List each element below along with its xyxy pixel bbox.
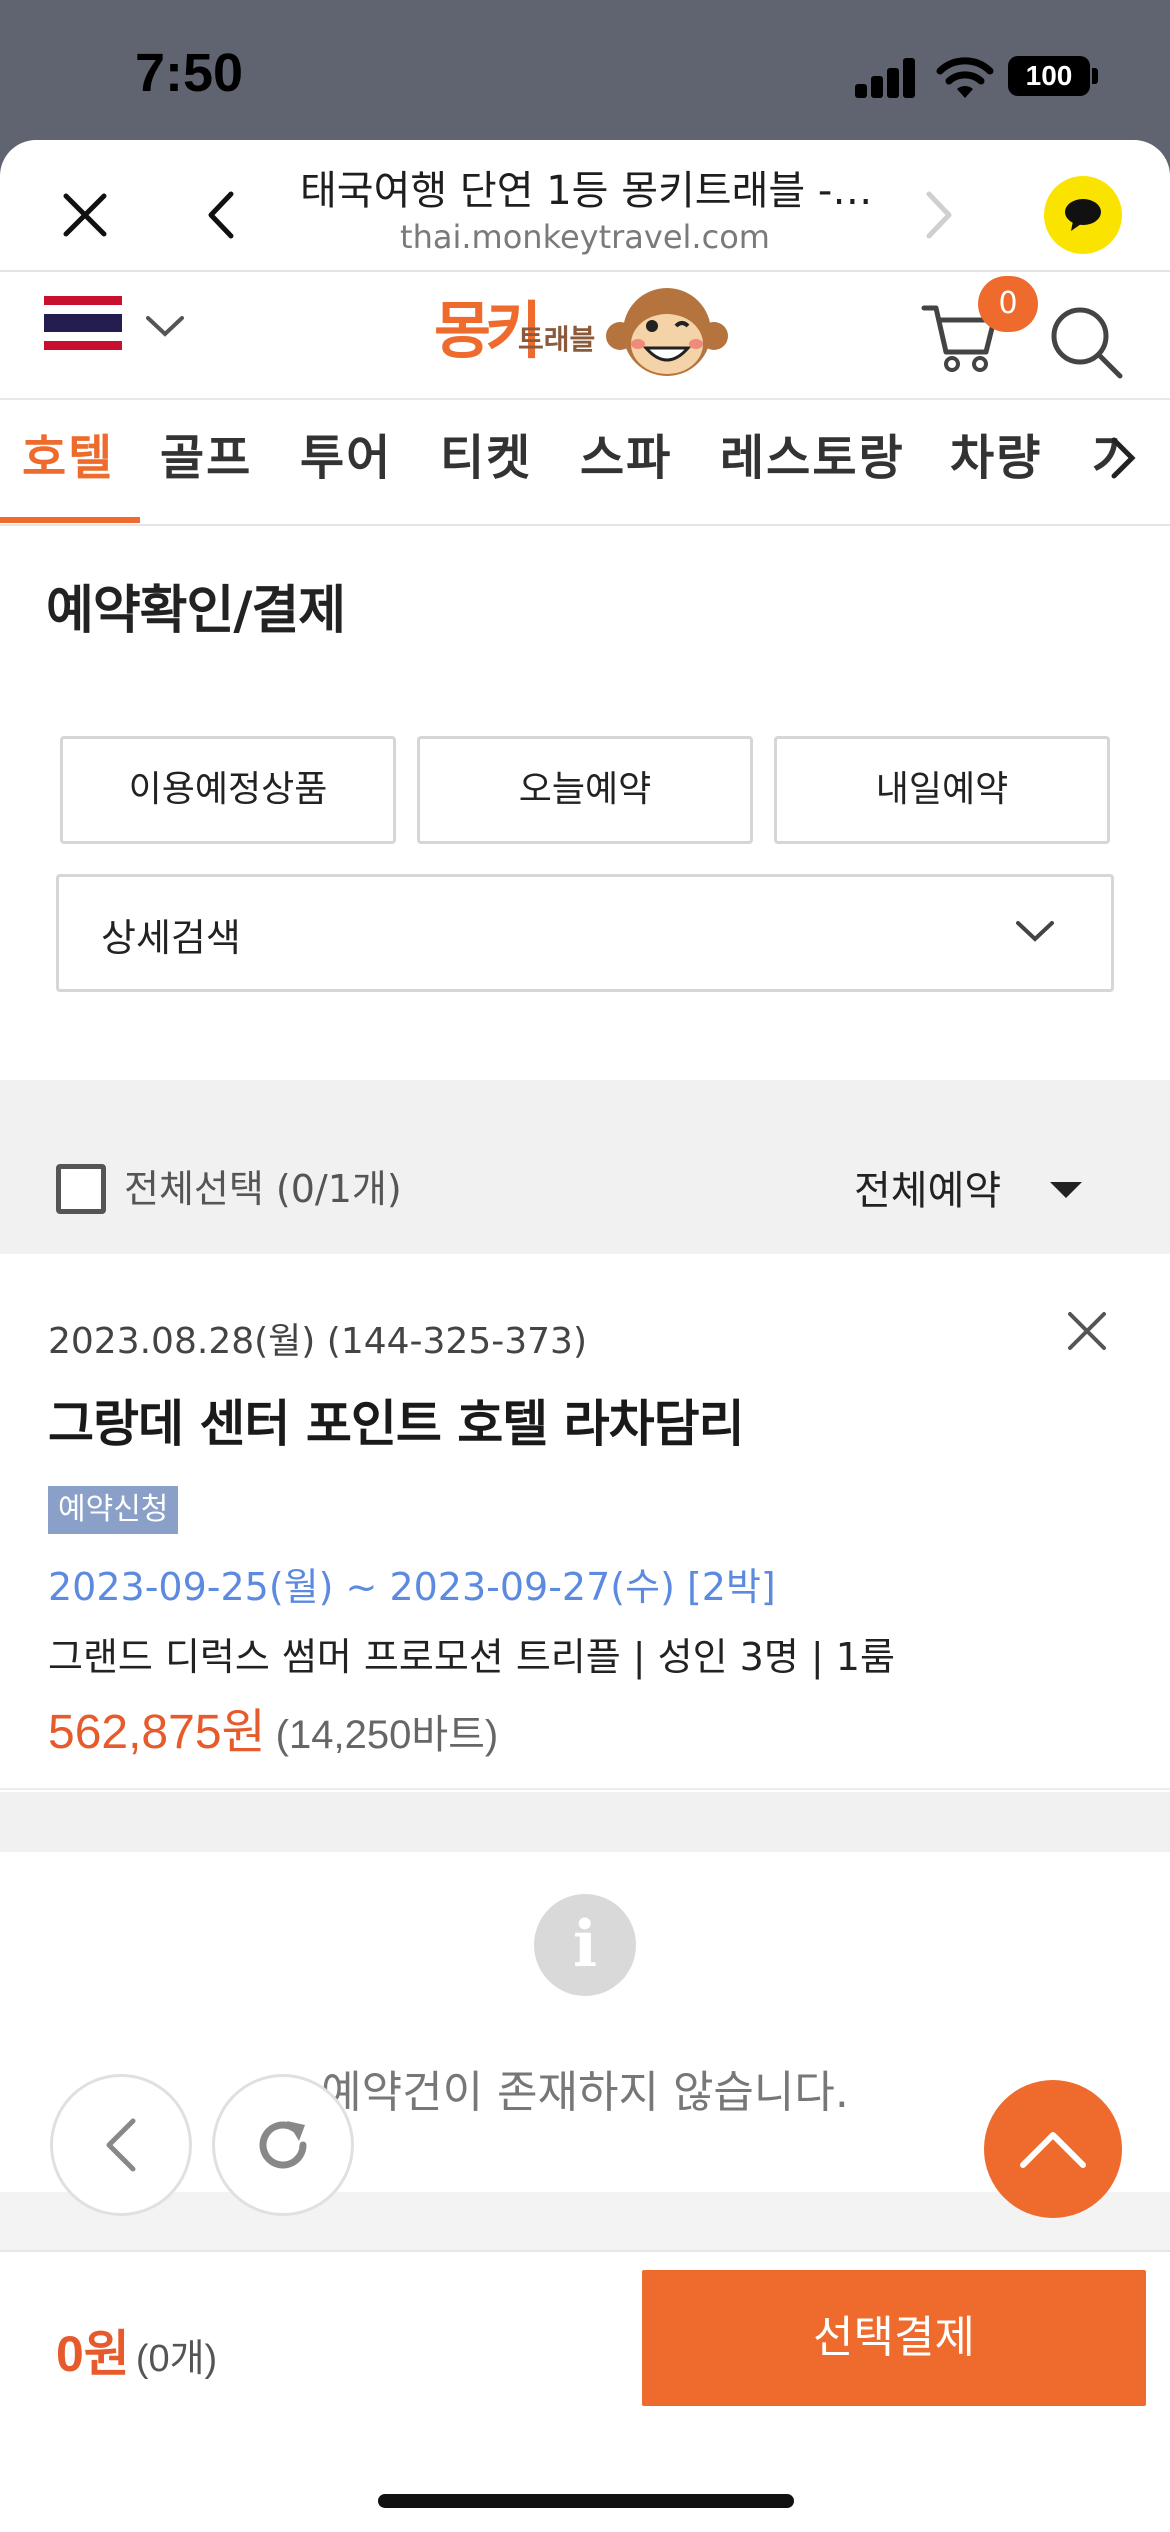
kakao-chat-button[interactable]: [1044, 176, 1122, 254]
section-divider: [0, 2192, 1170, 2252]
tab-hotel[interactable]: 호텔: [22, 400, 114, 524]
price-thb: (14,250바트): [275, 1713, 499, 1757]
chevron-right-icon[interactable]: [1110, 436, 1136, 480]
status-bar: 7:50 100: [0, 0, 1170, 150]
close-browser-button[interactable]: [40, 170, 130, 260]
close-icon[interactable]: [1062, 1306, 1112, 1356]
page-title: 태국여행 단연 1등 몽키트래블 -…: [300, 168, 870, 214]
reservation-filter-select[interactable]: 전체예약: [854, 1158, 1094, 1228]
stay-dates: 2023-09-25(월) ~ 2023-09-27(수) [2박]: [48, 1565, 776, 1609]
chevron-right-icon: [926, 191, 952, 239]
reload-button[interactable]: [212, 2074, 354, 2216]
price: 562,875원 (14,250바트): [48, 1692, 498, 1762]
home-indicator: [378, 2494, 794, 2508]
detail-search-dropdown[interactable]: 상세검색: [56, 874, 1114, 992]
monkey-mascot-icon: [606, 288, 728, 376]
status-badge: 예약신청: [48, 1486, 179, 1534]
reservation-date-id: 2023.08.28(월) (144-325-373): [48, 1321, 587, 1362]
tab-tour[interactable]: 투어: [300, 400, 392, 524]
selected-total: 0원 (0개): [56, 2314, 217, 2386]
reload-icon: [259, 2121, 307, 2169]
chevron-down-icon[interactable]: [145, 314, 185, 338]
filter-upcoming-button[interactable]: 이용예정상품: [60, 736, 396, 844]
chevron-up-icon: [1020, 2132, 1086, 2168]
tab-golf[interactable]: 골프: [160, 400, 252, 524]
in-app-browser-bar: 태국여행 단연 1등 몽키트래블 -… thai.monkeytravel.co…: [0, 140, 1170, 272]
monkeytravel-logo[interactable]: 몽키 트래블: [432, 274, 752, 392]
status-time: 7:50: [135, 43, 244, 103]
battery-tip: [1092, 68, 1098, 84]
browser-sheet: 태국여행 단연 1등 몽키트래블 -… thai.monkeytravel.co…: [0, 140, 1170, 2532]
category-tabs: 호텔 골프 투어 티켓 스파 레스토랑 차량 가: [0, 400, 1170, 526]
reservation-filter-value: 전체예약: [854, 1168, 1002, 1214]
hotel-name[interactable]: 그랑데 센터 포인트 호텔 라차담리: [48, 1384, 745, 1456]
tab-ticket[interactable]: 티켓: [440, 400, 532, 524]
wifi-icon: [936, 57, 994, 98]
search-icon[interactable]: [1048, 304, 1124, 380]
tab-restaurant[interactable]: 레스토랑: [720, 400, 905, 524]
chevron-down-icon: [1016, 921, 1054, 942]
browser-back-button[interactable]: [180, 170, 260, 260]
pay-selected-button[interactable]: 선택결제: [642, 2270, 1146, 2406]
price-krw: 562,875원: [48, 1706, 266, 1759]
select-all-checkbox[interactable]: [56, 1164, 106, 1214]
close-icon: [63, 193, 107, 237]
logo-sub-text: 트래블: [518, 323, 596, 356]
filter-today-button[interactable]: 오늘예약: [417, 736, 753, 844]
battery-indicator: 100: [1008, 56, 1090, 96]
info-icon: i: [534, 1894, 636, 1996]
select-all-label[interactable]: 전체선택 (0/1개): [124, 1158, 402, 1213]
page-heading: 예약확인/결제: [46, 581, 346, 641]
browser-forward-button[interactable]: [900, 170, 980, 260]
page-back-button[interactable]: [50, 2074, 192, 2216]
tab-spa[interactable]: 스파: [580, 400, 672, 524]
caret-down-icon: [1050, 1182, 1082, 1198]
active-tab-underline: [0, 517, 140, 523]
filter-tomorrow-button[interactable]: 내일예약: [774, 736, 1110, 844]
tab-vehicle[interactable]: 차량: [950, 400, 1042, 524]
chat-bubble-icon: [1065, 199, 1101, 231]
cellular-signal-icon: [855, 58, 917, 98]
selected-count: (0개): [135, 2338, 218, 2380]
cart-count-badge: 0: [978, 276, 1038, 332]
detail-search-label: 상세검색: [101, 916, 241, 960]
thailand-flag-icon[interactable]: [44, 296, 122, 350]
reservation-card[interactable]: 2023.08.28(월) (144-325-373) 그랑데 센터 포인트 호…: [0, 1254, 1170, 1790]
chevron-left-icon: [208, 191, 234, 239]
selected-total-amount: 0원: [56, 2326, 130, 2382]
checkout-bar: 0원 (0개) 선택결제: [0, 2250, 1170, 2532]
scroll-to-top-button[interactable]: [984, 2080, 1122, 2218]
chevron-left-icon: [106, 2118, 136, 2172]
page-url: thai.monkeytravel.com: [400, 218, 770, 256]
room-info: 그랜드 디럭스 썸머 프로모션 트리플 | 성인 3명 | 1룸: [48, 1635, 895, 1679]
